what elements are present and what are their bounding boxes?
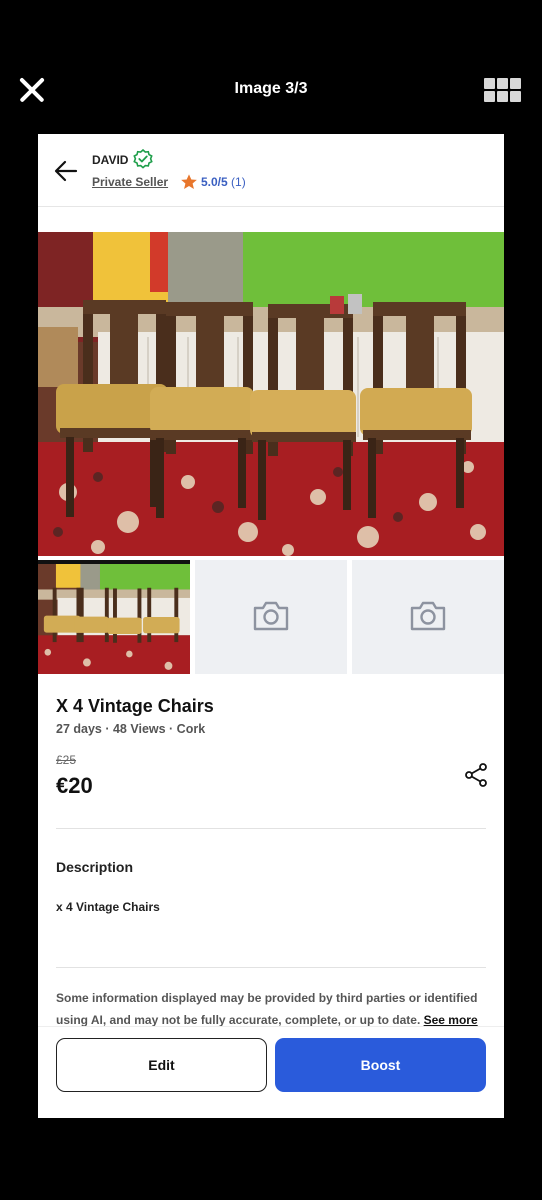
seller-rating: 5.0/5 (1) xyxy=(201,175,246,189)
star-icon xyxy=(181,174,197,190)
image-counter: Image 3/3 xyxy=(234,80,308,97)
listing-card: DAVID Private Seller 5.0/5 (1) X 4 Vinta… xyxy=(38,134,504,1118)
edit-button[interactable]: Edit xyxy=(56,1038,267,1092)
thumbnail-3-placeholder[interactable] xyxy=(352,560,504,674)
rating-count: (1) xyxy=(231,175,246,189)
action-bar: Edit Boost xyxy=(38,1026,504,1118)
camera-icon xyxy=(253,601,289,631)
verified-badge-icon xyxy=(133,149,153,169)
divider xyxy=(56,967,486,968)
description-text: x 4 Vintage Chairs xyxy=(56,900,160,914)
main-listing-photo[interactable] xyxy=(38,232,504,556)
share-icon[interactable] xyxy=(464,762,488,788)
back-arrow-icon[interactable] xyxy=(54,160,78,182)
boost-button[interactable]: Boost xyxy=(275,1038,486,1092)
seller-name: DAVID xyxy=(92,153,129,167)
thumbnail-2-placeholder[interactable] xyxy=(195,560,347,674)
seller-type-link[interactable]: Private Seller xyxy=(92,175,168,189)
description-heading: Description xyxy=(56,859,134,875)
listing-meta: 27 days · 48 Views · Cork xyxy=(56,722,206,736)
camera-icon xyxy=(410,601,446,631)
grid-view-icon[interactable] xyxy=(484,78,522,103)
ai-disclaimer: Some information displayed may be provid… xyxy=(56,987,486,1031)
divider xyxy=(56,828,486,829)
thumbnail-1[interactable] xyxy=(38,560,190,674)
image-viewer-topbar: Image 3/3 xyxy=(0,60,542,120)
disclaimer-text: Some information displayed may be provid… xyxy=(56,991,478,1027)
thumbnail-photo xyxy=(38,564,190,674)
seller-header: DAVID Private Seller 5.0/5 (1) xyxy=(38,134,504,207)
see-more-link[interactable]: See more xyxy=(424,1013,478,1027)
thumbnail-strip xyxy=(38,560,504,674)
price: €20 xyxy=(56,773,93,798)
old-price: £25 xyxy=(56,753,77,767)
listing-title: X 4 Vintage Chairs xyxy=(56,696,214,716)
rating-value: 5.0/5 xyxy=(201,175,228,189)
